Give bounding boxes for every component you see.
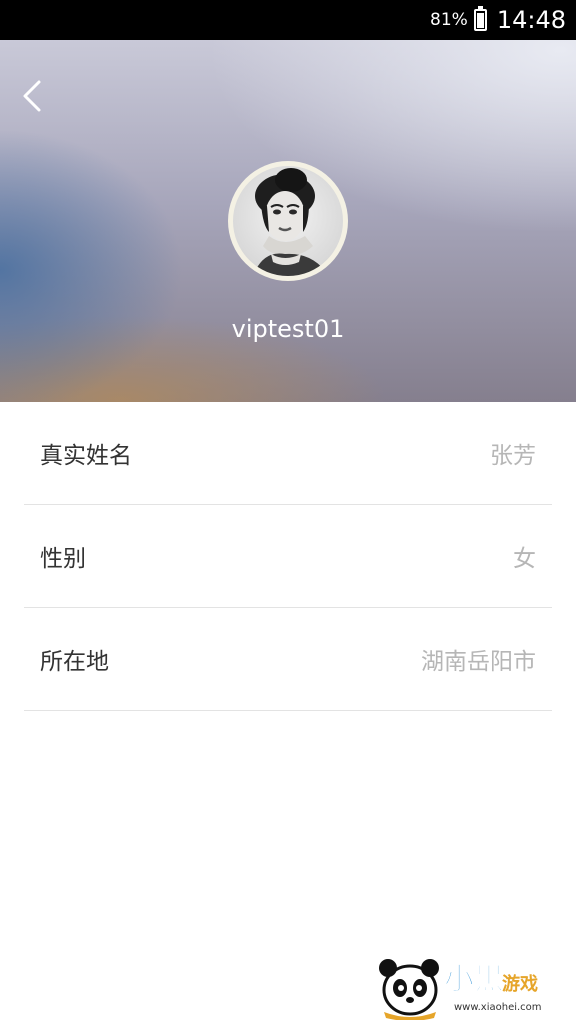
back-button[interactable]	[14, 76, 50, 116]
list-item-gender[interactable]: 性别 女	[24, 505, 552, 608]
profile-info-list: 真实姓名 张芳 性别 女 所在地 湖南岳阳市	[24, 402, 552, 711]
battery-percentage: 81%	[430, 10, 468, 30]
list-item-location[interactable]: 所在地 湖南岳阳市	[24, 608, 552, 711]
location-label: 所在地	[40, 649, 109, 675]
battery-icon	[473, 6, 487, 31]
real-name-label: 真实姓名	[40, 443, 132, 469]
list-item-real-name[interactable]: 真实姓名 张芳	[24, 402, 552, 505]
gender-label: 性别	[40, 546, 86, 572]
real-name-value: 张芳	[490, 443, 536, 469]
panda-icon	[379, 959, 439, 1020]
watermark-name: 小黑	[444, 962, 505, 998]
watermark-url: www.xiaohei.com	[454, 1002, 542, 1013]
profile-header: viptest01	[0, 40, 576, 402]
username: viptest01	[231, 315, 345, 343]
watermark-sub: 游戏	[502, 974, 538, 995]
avatar-image	[233, 166, 343, 276]
avatar[interactable]	[228, 161, 348, 281]
status-bar: 81% 14:48	[0, 0, 576, 40]
status-time: 14:48	[496, 6, 566, 34]
location-value: 湖南岳阳市	[421, 649, 536, 675]
gender-value: 女	[513, 546, 536, 572]
watermark-logo: 小黑 游戏 www.xiaohei.com	[374, 948, 570, 1020]
chevron-left-icon	[23, 80, 41, 112]
